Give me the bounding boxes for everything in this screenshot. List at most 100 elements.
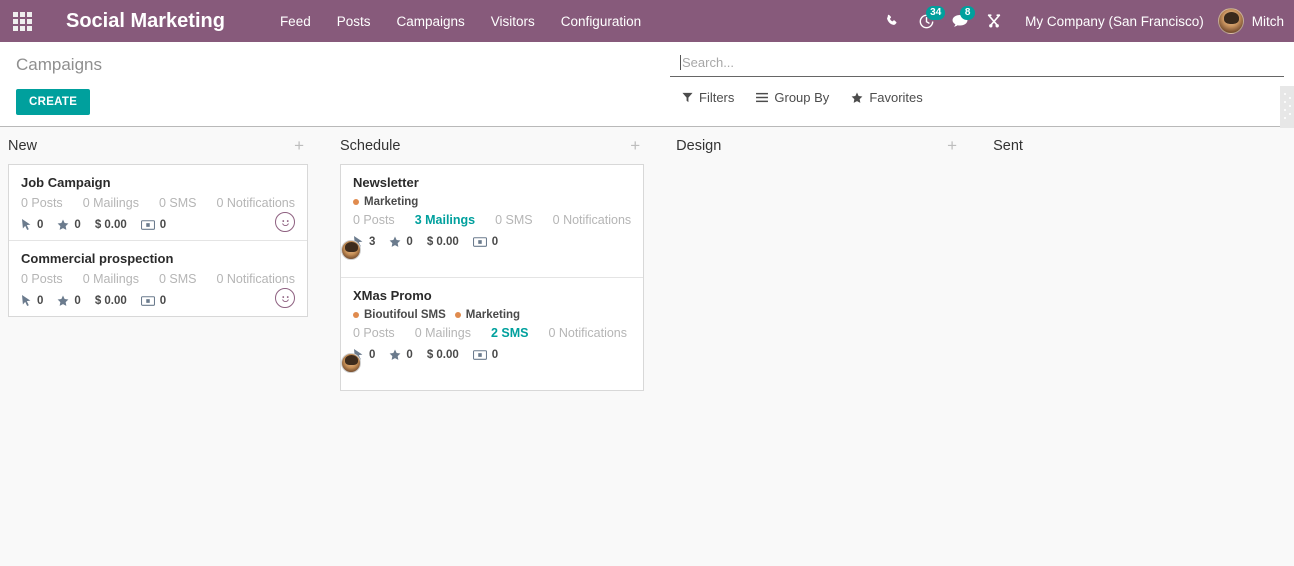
activities-button[interactable]: 34 [909,0,946,42]
tag-marketing[interactable]: Marketing [353,196,418,208]
metric-value: 0 [74,219,81,231]
star-icon [851,92,863,103]
messages-count-badge: 8 [960,6,976,20]
stat-notifications[interactable]: 0 Notifications [548,326,627,340]
kanban-card-newsletter[interactable]: Newsletter Marketing 0 Posts 3 Mailings … [341,165,644,278]
stat-posts[interactable]: 0 Posts [353,326,395,340]
kanban-card-xmas-promo[interactable]: XMas Promo Bioutifoul SMS Marketing 0 Po… [341,278,644,390]
control-panel-scrollbar[interactable] [1280,86,1294,128]
create-button[interactable]: CREATE [16,89,91,115]
avatar[interactable] [275,288,295,308]
stat-notifications[interactable]: 0 Notifications [553,213,632,227]
metric-value: 0 [369,349,376,361]
metric-value: $ 0.00 [94,219,127,231]
filters-dropdown[interactable]: Filters [682,90,734,105]
metric-quotations: 0 [140,295,167,307]
stat-mailings[interactable]: 0 Mailings [415,326,471,340]
menu-item-posts[interactable]: Posts [324,3,384,40]
avatar[interactable] [341,353,361,373]
debug-menu-button[interactable] [977,0,1011,42]
stat-posts[interactable]: 0 Posts [353,213,395,227]
metric-value: 0 [74,295,81,307]
filters-label: Filters [699,90,735,105]
star-icon [390,236,401,247]
menu-item-visitors[interactable]: Visitors [478,3,548,40]
avatar[interactable] [341,240,361,260]
star-icon [58,295,69,306]
favorites-dropdown[interactable]: Favorites [851,90,923,105]
search-bar[interactable] [670,52,1284,77]
metric-value: 0 [159,295,167,307]
menu-item-configuration[interactable]: Configuration [548,3,654,40]
kanban-column-title: Design [676,137,722,154]
tag-marketing[interactable]: Marketing [454,309,520,321]
menu-item-campaigns[interactable]: Campaigns [383,3,477,40]
metric-leads: 0 [389,349,413,361]
card-tags: Marketing [353,196,631,208]
stat-mailings[interactable]: 0 Mailings [83,196,139,210]
card-stats: 0 Posts 0 Mailings 2 SMS 0 Notifications [353,326,631,340]
kanban-column-title: Sent [993,137,1023,154]
app-brand-title[interactable]: Social Marketing [66,10,225,33]
tag-bioutifoul-sms[interactable]: Bioutifoul SMS [353,309,446,321]
stat-sms[interactable]: 0 SMS [159,272,197,286]
search-input[interactable] [682,55,1284,70]
control-panel: Campaigns CREATE Filters Group By [0,42,1294,128]
kanban-column-sent: Sent [977,127,1294,566]
user-menu-button[interactable]: Mitch [1217,8,1294,34]
control-panel-right: Filters Group By Favorites [670,42,1294,126]
kanban-column-header: New + [0,127,316,164]
kanban-column-header: Design + [668,127,969,164]
metric-quotations: 0 [140,219,166,231]
card-tags: Bioutifoul SMS Marketing [353,309,631,321]
kanban-column-header: Schedule + [332,127,652,164]
kanban-card-commercial-prospection[interactable]: Commercial prospection 0 Posts 0 Mailing… [9,241,307,316]
kanban-card-group: Job Campaign 0 Posts 0 Mailings 0 SMS 0 … [8,164,308,317]
card-metrics: 0 0 $ 0.00 0 [21,219,295,231]
kanban-card-job-campaign[interactable]: Job Campaign 0 Posts 0 Mailings 0 SMS 0 … [9,165,307,241]
tag-dot-icon [454,312,461,318]
star-icon [390,349,401,360]
add-record-plus-icon[interactable]: + [630,137,640,154]
stat-posts[interactable]: 0 Posts [21,196,63,210]
kanban-column-new: New + Job Campaign 0 Posts 0 Mailings 0 … [0,127,324,566]
avatar[interactable] [275,212,295,232]
stat-mailings[interactable]: 3 Mailings [415,213,475,227]
kanban-column-body: Job Campaign 0 Posts 0 Mailings 0 SMS 0 … [0,164,316,317]
stat-notifications[interactable]: 0 Notifications [216,272,295,286]
smiley-icon [281,295,289,302]
add-record-plus-icon[interactable]: + [947,137,957,154]
stat-mailings[interactable]: 0 Mailings [83,272,139,286]
money-bill-icon [472,350,487,360]
metric-value: 0 [406,349,413,361]
metric-revenue: $ 0.00 [95,295,127,307]
metric-revenue: $ 0.00 [427,349,459,361]
messages-button[interactable]: 8 [943,0,977,42]
metric-leads: 0 [389,236,413,248]
kanban-column-header: Sent [985,127,1286,164]
stat-sms[interactable]: 0 SMS [159,196,197,210]
money-bill-icon [140,220,155,230]
stat-sms[interactable]: 0 SMS [495,213,533,227]
metric-value: 0 [491,349,499,361]
card-stats: 0 Posts 0 Mailings 0 SMS 0 Notifications [21,196,295,210]
stat-sms[interactable]: 2 SMS [491,326,529,340]
card-title: XMas Promo [353,288,432,303]
menu-item-feed[interactable]: Feed [267,3,324,40]
metric-clicks: 0 [21,219,43,231]
card-title: Job Campaign [21,175,111,190]
metric-value: 0 [37,295,44,307]
add-record-plus-icon[interactable]: + [294,137,304,154]
stat-posts[interactable]: 0 Posts [21,272,63,286]
kanban-column-body: Newsletter Marketing 0 Posts 3 Mailings … [332,164,652,391]
groupby-dropdown[interactable]: Group By [756,90,829,105]
main-menu: Feed Posts Campaigns Visitors Configurat… [267,3,654,40]
apps-menu-button[interactable] [0,0,44,42]
phone-button[interactable] [875,0,909,42]
company-switcher[interactable]: My Company (San Francisco) [1011,14,1218,29]
metric-value: 0 [491,236,499,248]
card-stats: 0 Posts 3 Mailings 0 SMS 0 Notifications [353,213,631,227]
kanban-column-design: Design + [660,127,977,566]
stat-notifications[interactable]: 0 Notifications [216,196,295,210]
metric-revenue: $ 0.00 [95,219,127,231]
